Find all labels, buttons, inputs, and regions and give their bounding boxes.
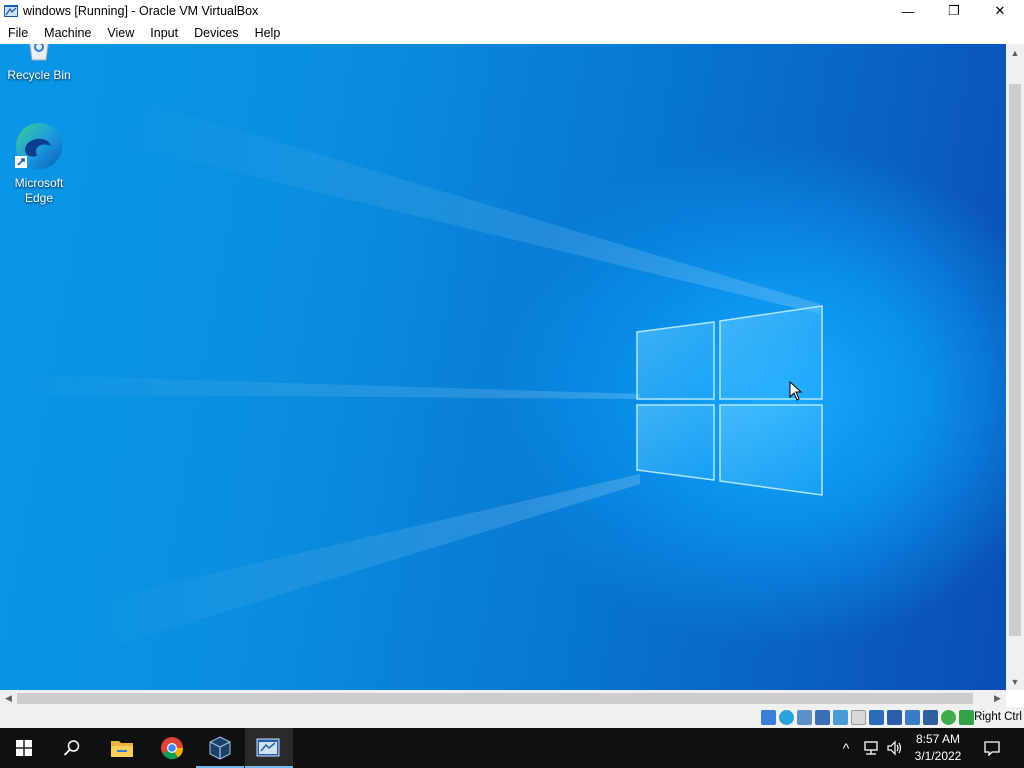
vm-window-button[interactable] <box>245 728 293 768</box>
mouse-integration-icon[interactable] <box>959 710 974 725</box>
microsoft-edge-label: Microsoft Edge <box>14 176 64 205</box>
close-icon: ✕ <box>994 3 1006 18</box>
menu-bar: File Machine View Input Devices Help <box>0 22 1024 44</box>
menu-machine[interactable]: Machine <box>36 22 99 44</box>
clock-time: 8:57 AM <box>915 732 961 746</box>
volume-icon <box>887 740 902 756</box>
recycle-bin-icon <box>29 44 49 61</box>
taskbar: ^ 8:57 AM 3/1/2022 <box>0 728 1024 768</box>
chevron-up-icon: ▲ <box>1010 47 1020 58</box>
audio-icon[interactable] <box>797 710 812 725</box>
scroll-right-button[interactable]: ▶ <box>989 690 1006 707</box>
menu-input[interactable]: Input <box>142 22 186 44</box>
recording-icon[interactable] <box>905 710 920 725</box>
scroll-down-button[interactable]: ▼ <box>1006 673 1024 690</box>
vm-guest-display[interactable]: Recycle Bin Microsoft Edge <box>0 44 1006 690</box>
network-icon[interactable] <box>815 710 830 725</box>
guest-additions-icon[interactable] <box>941 710 956 725</box>
action-center-button[interactable] <box>978 728 1006 768</box>
optical-drive-icon[interactable] <box>779 710 794 725</box>
vm-window-icon <box>256 738 280 757</box>
restore-button[interactable]: ❐ <box>931 0 977 22</box>
volume-tray-button[interactable] <box>884 728 906 768</box>
video-capture-icon[interactable] <box>887 710 902 725</box>
taskbar-clock[interactable]: 8:57 AM 3/1/2022 <box>905 731 971 765</box>
menu-devices[interactable]: Devices <box>186 22 246 44</box>
chrome-icon <box>161 737 184 760</box>
close-button[interactable]: ✕ <box>977 0 1023 22</box>
scroll-up-button[interactable]: ▲ <box>1006 44 1024 61</box>
chevron-left-icon: ◀ <box>5 693 12 703</box>
start-button[interactable] <box>0 728 48 768</box>
desktop-icon-recycle-bin[interactable]: Recycle Bin <box>1 44 77 83</box>
network-icon <box>864 741 878 755</box>
mouse-cursor-icon <box>789 381 803 401</box>
window-title-bar[interactable]: windows [Running] - Oracle VM VirtualBox… <box>0 0 1024 22</box>
network-tray-button[interactable] <box>860 728 882 768</box>
edge-icon <box>15 123 62 169</box>
wallpaper-light-beams <box>0 104 820 644</box>
horizontal-scrollbar[interactable]: ◀ ▶ <box>0 690 1006 707</box>
clock-date: 3/1/2022 <box>914 749 962 763</box>
desktop-icon-microsoft-edge[interactable]: Microsoft Edge <box>1 120 77 206</box>
file-explorer-icon <box>111 741 133 757</box>
start-icon <box>16 740 32 756</box>
vertical-scrollbar[interactable]: ▲ ▼ <box>1006 44 1024 690</box>
notification-icon <box>984 741 1000 756</box>
vertical-scroll-thumb[interactable] <box>1009 84 1021 636</box>
restore-icon: ❐ <box>948 3 960 18</box>
chevron-up-icon: ^ <box>842 740 850 756</box>
menu-help[interactable]: Help <box>247 22 289 44</box>
search-button[interactable] <box>48 728 96 768</box>
menu-view[interactable]: View <box>99 22 142 44</box>
search-icon <box>63 740 80 756</box>
chevron-right-icon: ▶ <box>994 693 1001 703</box>
chrome-button[interactable] <box>148 728 196 768</box>
virtualbox-button[interactable] <box>196 728 244 768</box>
windows-logo <box>636 305 823 496</box>
window-title: windows [Running] - Oracle VM VirtualBox <box>23 4 259 18</box>
chevron-down-icon: ▼ <box>1010 676 1020 687</box>
usb-icon[interactable] <box>833 710 848 725</box>
vm-status-bar: Right Ctrl <box>0 707 1024 728</box>
scroll-left-button[interactable]: ◀ <box>0 690 17 707</box>
file-explorer-button[interactable] <box>98 728 146 768</box>
menu-file[interactable]: File <box>0 22 36 44</box>
recycle-bin-label: Recycle Bin <box>7 68 71 82</box>
tray-overflow-button[interactable]: ^ <box>836 728 856 768</box>
virtualbox-window-icon <box>4 5 18 17</box>
vt-x-icon[interactable] <box>923 710 938 725</box>
virtualbox-icon <box>209 736 231 760</box>
minimize-button[interactable]: — <box>885 0 931 22</box>
hard-disk-icon[interactable] <box>761 710 776 725</box>
minimize-icon: — <box>901 3 915 19</box>
horizontal-scroll-thumb[interactable] <box>17 693 973 704</box>
display-icon[interactable] <box>869 710 884 725</box>
host-key-label[interactable]: Right Ctrl <box>974 711 1022 723</box>
shared-folders-icon[interactable] <box>851 710 866 725</box>
